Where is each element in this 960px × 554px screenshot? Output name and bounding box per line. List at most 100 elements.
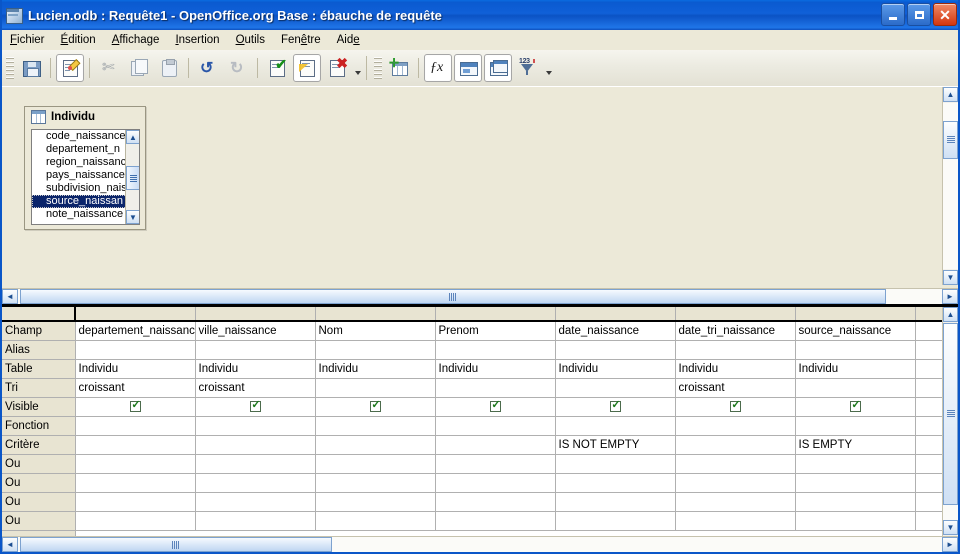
edit-button[interactable]	[56, 54, 84, 82]
cell-fonction-5[interactable]	[555, 416, 676, 436]
grid-row-fonction[interactable]: Fonction	[2, 416, 943, 436]
cell-tri-4[interactable]	[435, 378, 556, 398]
design-canvas[interactable]: Individu code_naissance departement_n re…	[2, 87, 936, 285]
cell-ou3-7[interactable]	[795, 492, 916, 512]
cell-fonction-8[interactable]	[915, 416, 943, 436]
cell-fonction-2[interactable]	[195, 416, 316, 436]
grid-vscroll-thumb[interactable]	[943, 323, 958, 505]
cell-table-6[interactable]: Individu	[675, 359, 796, 379]
cell-ou2-6[interactable]	[675, 473, 796, 493]
menu-edition[interactable]: Édition	[53, 32, 104, 48]
cell-critere-6[interactable]	[675, 435, 796, 455]
cell-ou4-3[interactable]	[315, 511, 436, 531]
cell-ou1-3[interactable]	[315, 454, 436, 474]
column-header[interactable]	[675, 307, 796, 322]
cell-visible-2[interactable]	[195, 397, 316, 417]
column-header[interactable]	[75, 307, 196, 322]
menu-outils[interactable]: Outils	[228, 32, 273, 48]
menu-affichage[interactable]: Affichage	[104, 32, 168, 48]
run-query-button[interactable]: ✔	[263, 54, 291, 82]
cell-visible-8[interactable]	[915, 397, 943, 417]
cell-ou4-5[interactable]	[555, 511, 676, 531]
scroll-down-icon[interactable]: ▼	[126, 210, 139, 224]
cell-ou3-6[interactable]	[675, 492, 796, 512]
cell-tri-7[interactable]	[795, 378, 916, 398]
toolbar-overflow-button[interactable]	[352, 57, 363, 79]
design-scroll-left-icon[interactable]: ◄	[2, 289, 18, 304]
cell-fonction-6[interactable]	[675, 416, 796, 436]
maximize-button[interactable]	[907, 3, 931, 26]
cut-button[interactable]: ✄	[95, 54, 123, 82]
cell-alias-1[interactable]	[75, 340, 196, 360]
cell-alias-4[interactable]	[435, 340, 556, 360]
grid-scroll-down-icon[interactable]: ▼	[943, 520, 958, 535]
grid-horizontal-scrollbar[interactable]: ◄ ►	[2, 536, 958, 552]
cell-champ-6[interactable]: date_tri_naissance	[675, 321, 796, 341]
cell-tri-6[interactable]: croissant	[675, 378, 796, 398]
column-header[interactable]	[915, 307, 943, 322]
cell-alias-3[interactable]	[315, 340, 436, 360]
cell-critere-1[interactable]	[75, 435, 196, 455]
table-window-individu[interactable]: Individu code_naissance departement_n re…	[24, 106, 146, 230]
cell-ou4-4[interactable]	[435, 511, 556, 531]
cell-tri-5[interactable]	[555, 378, 676, 398]
functions-button[interactable]: ƒx	[424, 54, 452, 82]
cell-ou3-1[interactable]	[75, 492, 196, 512]
visible-checkbox[interactable]	[729, 399, 742, 412]
query-toolbar-grip[interactable]	[374, 57, 382, 79]
cell-ou2-1[interactable]	[75, 473, 196, 493]
field-item[interactable]: subdivision_nais	[32, 182, 139, 195]
visible-checkbox[interactable]	[129, 399, 142, 412]
design-vscroll-thumb[interactable]	[943, 121, 958, 159]
cell-ou2-3[interactable]	[315, 473, 436, 493]
cell-alias-6[interactable]	[675, 340, 796, 360]
design-scroll-right-icon[interactable]: ►	[942, 289, 958, 304]
field-list-scrollbar[interactable]: ▲ ▼	[125, 130, 139, 224]
paste-button[interactable]	[155, 54, 183, 82]
grid-row-ou-1[interactable]: Ou	[2, 454, 943, 474]
visible-checkbox[interactable]	[249, 399, 262, 412]
column-header[interactable]	[195, 307, 316, 322]
grid-row-visible[interactable]: Visible	[2, 397, 943, 417]
cell-table-7[interactable]: Individu	[795, 359, 916, 379]
design-view-button[interactable]	[293, 54, 321, 82]
cell-fonction-3[interactable]	[315, 416, 436, 436]
cell-table-5[interactable]: Individu	[555, 359, 676, 379]
menu-insertion[interactable]: Insertion	[167, 32, 227, 48]
cell-ou4-2[interactable]	[195, 511, 316, 531]
menu-fenetre[interactable]: Fenêtre	[273, 32, 329, 48]
cell-table-4[interactable]: Individu	[435, 359, 556, 379]
grid-row-ou-4[interactable]: Ou	[2, 511, 943, 531]
menu-fichier[interactable]: Fichier	[2, 32, 53, 48]
cell-tri-8[interactable]	[915, 378, 943, 398]
column-header[interactable]	[795, 307, 916, 322]
grid-scroll-left-icon[interactable]: ◄	[2, 537, 18, 552]
cell-champ-8[interactable]	[915, 321, 943, 341]
field-item[interactable]: departement_n	[32, 143, 139, 156]
visible-checkbox[interactable]	[849, 399, 862, 412]
cell-alias-5[interactable]	[555, 340, 676, 360]
grid-row-tri[interactable]: Tri croissant croissant croissant	[2, 378, 943, 398]
cell-ou1-2[interactable]	[195, 454, 316, 474]
design-scroll-down-icon[interactable]: ▼	[943, 270, 958, 285]
grid-hscroll-track[interactable]	[18, 537, 942, 552]
undo-button[interactable]: ↺	[194, 54, 222, 82]
cell-visible-5[interactable]	[555, 397, 676, 417]
column-header[interactable]	[435, 307, 556, 322]
cell-critere-5[interactable]: IS NOT EMPTY	[555, 435, 676, 455]
clear-query-button[interactable]: ✖	[323, 54, 351, 82]
query-design-pane[interactable]: Individu code_naissance departement_n re…	[2, 86, 958, 304]
cell-alias-2[interactable]	[195, 340, 316, 360]
scrollbar-thumb[interactable]	[126, 166, 139, 190]
visible-checkbox[interactable]	[609, 399, 622, 412]
cell-visible-3[interactable]	[315, 397, 436, 417]
cell-ou1-5[interactable]	[555, 454, 676, 474]
query-grid[interactable]: Champ departement_naissance ville_naissa…	[2, 307, 943, 549]
cell-champ-4[interactable]: Prenom	[435, 321, 556, 341]
cell-alias-8[interactable]	[915, 340, 943, 360]
save-button[interactable]	[17, 54, 45, 82]
cell-ou1-6[interactable]	[675, 454, 796, 474]
field-item[interactable]: pays_naissance	[32, 169, 139, 182]
cell-tri-3[interactable]	[315, 378, 436, 398]
scroll-up-icon[interactable]: ▲	[126, 130, 139, 144]
